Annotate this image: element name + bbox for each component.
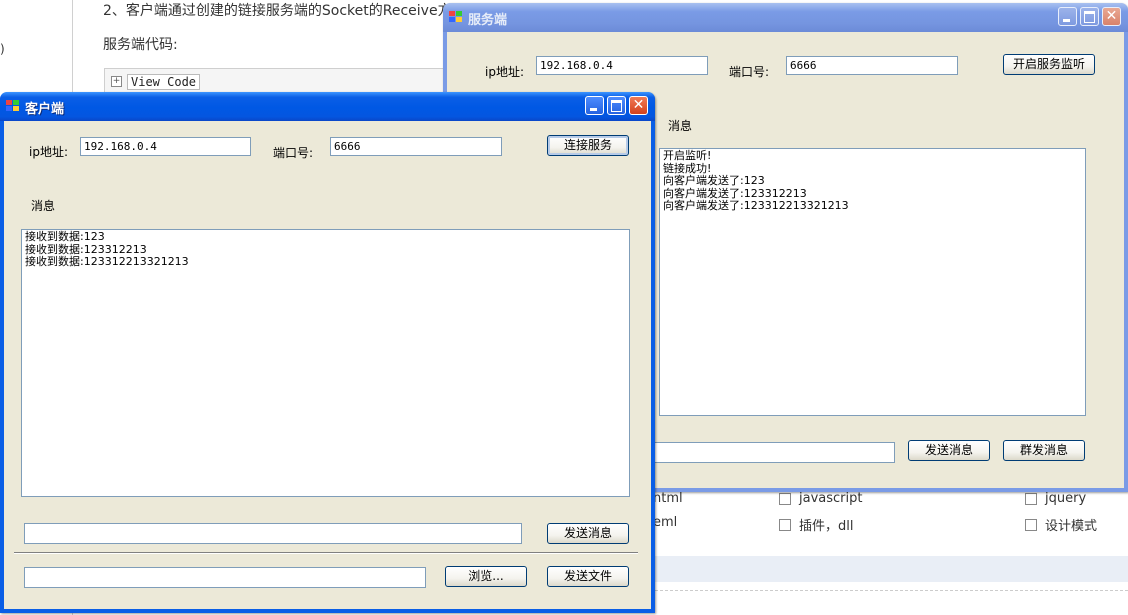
- page-paren-text: ): [0, 42, 5, 56]
- category-checkbox[interactable]: 设计模式: [1025, 515, 1097, 534]
- client-titlebar[interactable]: 客户端 ✕: [0, 92, 655, 121]
- log-line: 开启监听!: [663, 149, 712, 162]
- server-ip-label: ip地址:: [485, 65, 524, 79]
- checkbox-label: 插件，dll: [799, 519, 854, 534]
- category-checkbox[interactable]: jquery: [1025, 491, 1086, 506]
- server-message-log[interactable]: 开启监听! 链接成功! 向客户端发送了:123 向客户端发送了:12331221…: [659, 148, 1086, 416]
- checkbox-label: javascript: [799, 491, 863, 506]
- category-checkbox[interactable]: ntml: [653, 491, 683, 506]
- maximize-button[interactable]: [607, 96, 626, 115]
- category-checkbox[interactable]: 插件，dll: [779, 515, 853, 534]
- server-send-button[interactable]: 发送消息: [908, 440, 990, 461]
- client-message-label: 消息: [31, 199, 56, 213]
- expand-icon[interactable]: +: [111, 76, 122, 87]
- file-path-input[interactable]: [24, 567, 426, 588]
- client-send-input[interactable]: [24, 523, 522, 544]
- checkbox-label: jquery: [1045, 491, 1087, 506]
- client-message-log[interactable]: 接收到数据:123 接收到数据:123312213 接收到数据:12331221…: [21, 229, 630, 497]
- server-port-input[interactable]: [786, 56, 958, 75]
- article-intro-text: 2、客户端通过创建的链接服务端的Socket的Receive方: [103, 3, 452, 19]
- category-checkbox[interactable]: eml: [653, 515, 677, 530]
- close-button[interactable]: ✕: [1102, 7, 1121, 26]
- server-send-input[interactable]: [647, 442, 895, 463]
- page-toolbar-strip: [655, 556, 1128, 582]
- page-divider: [655, 590, 1128, 591]
- browse-button[interactable]: 浏览...: [445, 566, 527, 587]
- close-icon: ✕: [632, 97, 645, 113]
- category-checkbox[interactable]: javascript: [779, 491, 862, 506]
- log-line: 接收到数据:123: [25, 230, 105, 243]
- checkbox-icon[interactable]: [779, 518, 791, 531]
- client-ip-label: ip地址:: [29, 145, 68, 159]
- maximize-icon: [1084, 11, 1095, 23]
- client-window-title: 客户端: [25, 102, 65, 117]
- checkbox-label: 设计模式: [1045, 519, 1098, 534]
- minimize-button[interactable]: [1058, 7, 1077, 26]
- client-send-button[interactable]: 发送消息: [547, 523, 629, 544]
- server-port-label: 端口号:: [729, 65, 770, 79]
- close-icon: ✕: [1105, 8, 1118, 24]
- checkbox-label: eml: [653, 515, 678, 530]
- server-code-heading: 服务端代码:: [103, 37, 178, 53]
- server-ip-input[interactable]: [536, 56, 708, 75]
- minimize-icon: [1063, 19, 1070, 22]
- minimize-icon: [590, 108, 597, 111]
- minimize-button[interactable]: [585, 96, 604, 115]
- server-window-title: 服务端: [468, 13, 508, 28]
- client-window: 客户端 ✕ ip地址: 端口号: 连接服务 消息 接收到数据:123 接收到数据…: [0, 92, 655, 613]
- app-icon: [6, 100, 20, 112]
- maximize-icon: [611, 100, 622, 112]
- client-client-area: ip地址: 端口号: 连接服务 消息 接收到数据:123 接收到数据:12331…: [4, 121, 651, 609]
- server-message-label: 消息: [668, 119, 693, 133]
- app-icon: [449, 11, 463, 23]
- checkbox-label: ntml: [653, 491, 683, 506]
- client-port-input[interactable]: [330, 137, 502, 156]
- checkbox-icon[interactable]: [1025, 492, 1037, 505]
- checkbox-icon[interactable]: [779, 492, 791, 505]
- client-port-label: 端口号:: [273, 146, 314, 160]
- maximize-button[interactable]: [1080, 7, 1099, 26]
- client-ip-input[interactable]: [80, 137, 251, 156]
- log-line: 接收到数据:123312213321213: [25, 255, 189, 268]
- server-titlebar[interactable]: 服务端 ✕: [443, 3, 1128, 32]
- broadcast-button[interactable]: 群发消息: [1003, 440, 1085, 461]
- checkbox-icon[interactable]: [1025, 518, 1037, 531]
- connect-button[interactable]: 连接服务: [547, 135, 629, 156]
- log-line: 向客户端发送了:123: [663, 174, 765, 187]
- separator-line: [14, 552, 638, 554]
- send-file-button[interactable]: 发送文件: [547, 566, 629, 587]
- log-line: 向客户端发送了:123312213321213: [663, 199, 849, 212]
- view-code-box[interactable]: + View Code: [104, 68, 446, 94]
- start-listen-button[interactable]: 开启服务监听: [1003, 54, 1095, 75]
- view-code-link[interactable]: View Code: [127, 74, 201, 90]
- close-button[interactable]: ✕: [629, 96, 648, 115]
